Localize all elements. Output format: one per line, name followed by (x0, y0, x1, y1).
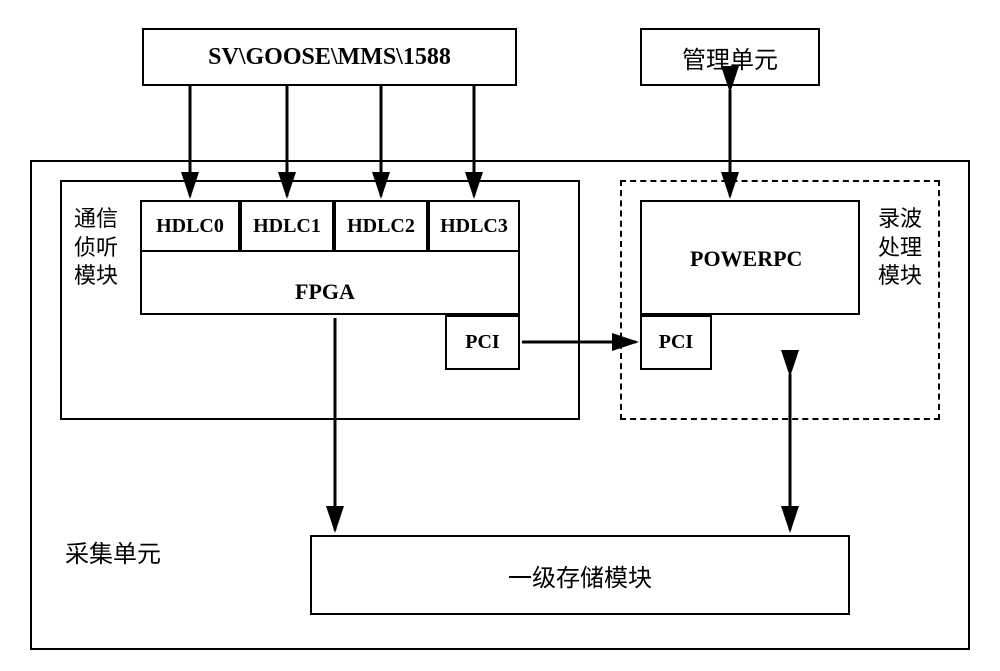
pci-left-box: PCI (445, 315, 520, 370)
comm-module-label-l3: 模块 (74, 262, 118, 291)
hdlc3-label: HDLC3 (440, 215, 508, 238)
acquisition-unit-label: 采集单元 (65, 540, 161, 571)
storage-label: 一级存储模块 (508, 558, 652, 593)
hdlc2-label: HDLC2 (347, 215, 415, 238)
rec-module-label: 录波 处理 模块 (878, 205, 922, 291)
comm-module-label-l2: 侦听 (74, 234, 118, 263)
rec-module-label-l1: 录波 (878, 205, 922, 234)
pci-left-label: PCI (465, 331, 499, 354)
rec-module-label-l3: 模块 (878, 262, 922, 291)
protocols-box: SV\GOOSE\MMS\1588 (142, 28, 517, 86)
pci-right-box: PCI (640, 315, 712, 370)
comm-module-label-l1: 通信 (74, 205, 118, 234)
pci-right-label: PCI (659, 331, 693, 354)
fpga-label: FPGA (295, 278, 355, 307)
powerpc-label: POWERPC (690, 245, 802, 274)
mgmt-unit-label: 管理单元 (682, 40, 778, 75)
hdlc3-box: HDLC3 (428, 200, 520, 252)
comm-module-label: 通信 侦听 模块 (74, 205, 118, 291)
hdlc0-label: HDLC0 (156, 215, 224, 238)
mgmt-unit-box: 管理单元 (640, 28, 820, 86)
rec-module-label-l2: 处理 (878, 234, 922, 263)
hdlc1-box: HDLC1 (240, 200, 334, 252)
storage-box: 一级存储模块 (310, 535, 850, 615)
hdlc1-label: HDLC1 (253, 215, 321, 238)
protocols-label: SV\GOOSE\MMS\1588 (208, 44, 451, 71)
hdlc0-box: HDLC0 (140, 200, 240, 252)
hdlc2-box: HDLC2 (334, 200, 428, 252)
